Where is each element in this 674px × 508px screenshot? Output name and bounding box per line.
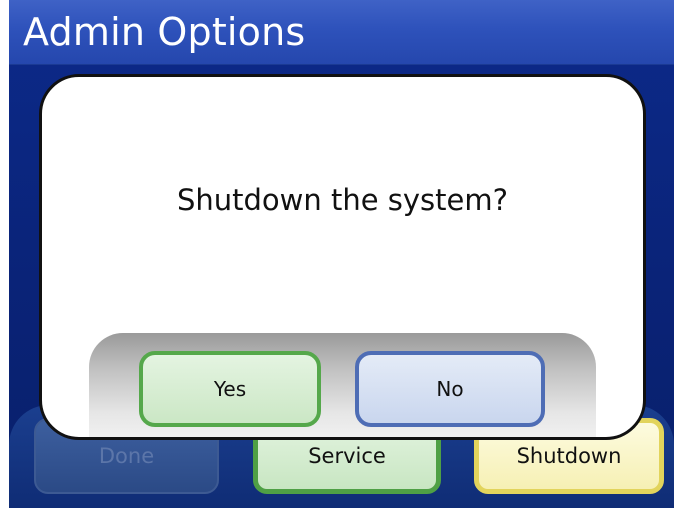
shutdown-confirm-dialog: Shutdown the system? Yes No: [39, 74, 646, 440]
no-button[interactable]: No: [355, 351, 545, 427]
screen: Admin Options Done Service Shutdown Shut…: [0, 0, 674, 508]
yes-button[interactable]: Yes: [139, 351, 321, 427]
dialog-message: Shutdown the system?: [176, 183, 509, 217]
dialog-button-tray: Yes No: [89, 333, 596, 437]
title-bar: Admin Options: [9, 0, 674, 65]
page-title: Admin Options: [23, 10, 306, 54]
